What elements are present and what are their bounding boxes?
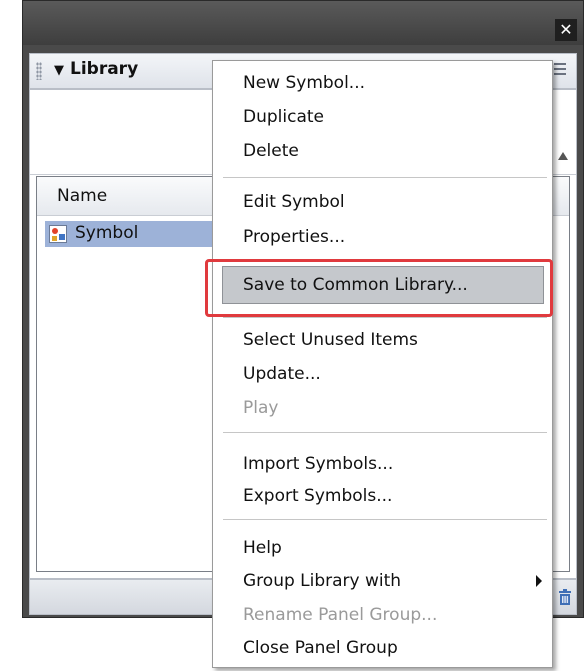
menu-item-export-symbols[interactable]: Export Symbols... (243, 481, 392, 511)
screenshot-stage: ✕ ▼ Library Name Symbol New Symbol... Du… (0, 0, 588, 671)
submenu-arrow-icon (536, 575, 542, 587)
menu-item-rename-panel-group: Rename Panel Group... (243, 605, 438, 625)
menu-item-close-panel-group[interactable]: Close Panel Group (243, 633, 398, 663)
menu-item-duplicate[interactable]: Duplicate (243, 102, 324, 132)
menu-item-properties[interactable]: Properties... (243, 222, 345, 252)
menu-item-play: Play (243, 398, 279, 418)
symbol-icon (49, 225, 67, 243)
grip-icon[interactable] (36, 62, 42, 80)
collapse-triangle-icon[interactable]: ▼ (54, 63, 64, 78)
menu-item-new-symbol[interactable]: New Symbol... (243, 68, 365, 98)
menu-item-update[interactable]: Update... (243, 359, 321, 389)
panel-title[interactable]: ▼ Library (54, 59, 138, 79)
menu-item-select-unused-items[interactable]: Select Unused Items (243, 325, 418, 355)
menu-item-import-symbols[interactable]: Import Symbols... (243, 449, 393, 479)
menu-separator (223, 519, 547, 521)
menu-separator (223, 177, 547, 179)
panel-title-bar[interactable] (23, 1, 583, 45)
panel-title-label: Library (70, 59, 139, 79)
menu-item-delete[interactable]: Delete (243, 136, 299, 166)
menu-separator (223, 317, 547, 319)
trash-icon[interactable] (558, 589, 572, 605)
menu-item-edit-symbol[interactable]: Edit Symbol (243, 187, 345, 217)
menu-separator (223, 432, 547, 434)
library-context-menu: New Symbol... Duplicate Delete Edit Symb… (205, 60, 553, 668)
panel-options-menu-icon[interactable] (554, 62, 572, 76)
column-header-label: Name (57, 186, 108, 206)
list-item-label: Symbol (75, 223, 139, 243)
callout-highlight-frame (205, 259, 553, 317)
close-button[interactable]: ✕ (555, 19, 577, 41)
list-item-symbol[interactable]: Symbol (45, 221, 220, 247)
menu-item-help[interactable]: Help (243, 533, 282, 563)
sort-toggle-icon[interactable] (558, 152, 568, 160)
menu-item-group-library-with[interactable]: Group Library with (243, 566, 401, 596)
